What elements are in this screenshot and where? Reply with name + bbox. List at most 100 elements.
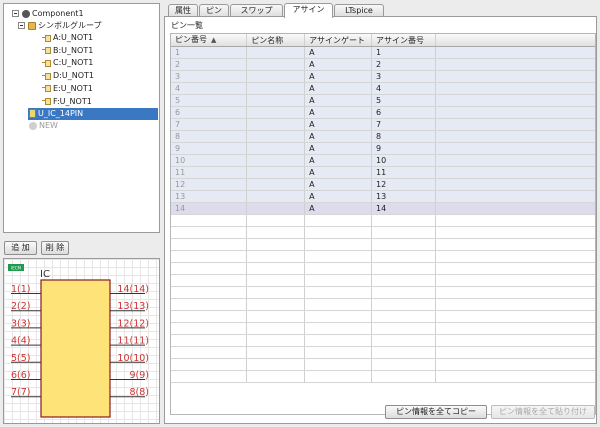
cell-pin-number[interactable]: 14 (171, 202, 248, 215)
cell-pin-number[interactable]: 13 (171, 190, 248, 203)
cell-assign-number[interactable]: 3 (371, 70, 436, 83)
collapse-toggle-icon[interactable] (18, 22, 25, 29)
table-row[interactable]: 12 A 12 (171, 178, 595, 191)
table-row[interactable]: 7A7 (171, 118, 595, 131)
cell-assign-gate[interactable]: A (304, 154, 373, 167)
empty-cell (246, 334, 306, 347)
empty-cell (371, 262, 436, 275)
empty-cell (435, 370, 595, 383)
cell-pin-number[interactable]: 7 (171, 118, 248, 131)
cell-assign-number[interactable]: 4 (371, 82, 436, 95)
cell-assign-number[interactable]: 8 (371, 130, 436, 143)
tree-node-gate[interactable]: F:U_NOT1 (42, 96, 92, 108)
cell-assign-gate[interactable]: A (304, 166, 373, 179)
tree-node-component[interactable]: Component1 (12, 8, 84, 20)
delete-button[interactable]: 削 除 (41, 241, 69, 255)
cell-pin-number[interactable]: 6 (171, 106, 248, 119)
table-row[interactable]: 14 A 14 (171, 202, 595, 215)
cell-assign-gate[interactable]: A (304, 130, 373, 143)
empty-cell (171, 214, 248, 227)
cell-pin-number[interactable]: 12 (171, 178, 248, 191)
pin-label-right: 12(12) (117, 318, 149, 329)
cell-pin-name[interactable] (246, 142, 306, 155)
cell-assign-number[interactable]: 12 (371, 178, 436, 191)
cell-assign-gate[interactable]: A (304, 178, 373, 191)
cell-assign-gate[interactable]: A (304, 118, 373, 131)
cell-assign-gate[interactable]: A (304, 106, 373, 119)
collapse-toggle-icon[interactable] (12, 10, 19, 17)
cell-pin-name[interactable] (246, 130, 306, 143)
table-row[interactable]: 13 A 13 (171, 190, 595, 203)
cell-pin-number[interactable]: 4 (171, 82, 248, 95)
table-row[interactable]: 2A2 (171, 58, 595, 71)
table-row[interactable]: 11 A 11 (171, 166, 595, 179)
tree-node-gate[interactable]: B:U_NOT1 (42, 45, 93, 57)
cell-assign-number[interactable]: 7 (371, 118, 436, 131)
cell-pin-number[interactable]: 10 (171, 154, 248, 167)
table-row[interactable]: 9A9 (171, 142, 595, 155)
cell-pin-number[interactable]: 2 (171, 58, 248, 71)
empty-cell (171, 250, 248, 263)
table-row[interactable]: 4A4 (171, 82, 595, 95)
table-row[interactable]: 3A3 (171, 70, 595, 83)
cell-assign-number[interactable]: 1 (371, 46, 436, 59)
column-header-assign-gate[interactable]: アサインゲート (304, 34, 373, 47)
table-row[interactable]: 8A8 (171, 130, 595, 143)
cell-pin-name[interactable] (246, 94, 306, 107)
cell-assign-number[interactable]: 13 (371, 190, 436, 203)
cell-assign-gate[interactable]: A (304, 190, 373, 203)
cell-assign-number[interactable]: 9 (371, 142, 436, 155)
table-row[interactable]: 1A1 (171, 46, 595, 59)
paste-all-pins-button[interactable]: ピン情報を全て貼り付け (491, 405, 595, 419)
pin-assign-table[interactable]: ピン番号 ▲ ピン名称 アサインゲート アサイン番号 1A12A23A34A45A… (170, 33, 596, 415)
column-header-assign-number[interactable]: アサイン番号 (371, 34, 436, 47)
cell-pin-name[interactable] (246, 166, 306, 179)
tree-node-selected-ic[interactable]: U_IC_14PIN (28, 108, 158, 120)
add-button[interactable]: 追 加 (4, 241, 37, 255)
cell-pin-name[interactable] (246, 70, 306, 83)
cell-pin-number[interactable]: 11 (171, 166, 248, 179)
tree-node-symbol-group[interactable]: シンボルグループ (18, 20, 102, 32)
cell-assign-gate[interactable]: A (304, 202, 373, 215)
copy-all-pins-button[interactable]: ピン情報を全てコピー (385, 405, 487, 419)
empty-cell (171, 334, 248, 347)
cell-pin-number[interactable]: 5 (171, 94, 248, 107)
tree-node-gate[interactable]: E:U_NOT1 (42, 83, 93, 95)
cell-pin-number[interactable]: 1 (171, 46, 248, 59)
cell-assign-number[interactable]: 14 (371, 202, 436, 215)
cell-pin-name[interactable] (246, 154, 306, 167)
cell-assign-gate[interactable]: A (304, 142, 373, 155)
cell-assign-gate[interactable]: A (304, 70, 373, 83)
tree-node-gate[interactable]: D:U_NOT1 (42, 70, 94, 82)
cell-pin-name[interactable] (246, 106, 306, 119)
cell-assign-gate[interactable]: A (304, 94, 373, 107)
tab-assign[interactable]: アサイン (284, 3, 333, 18)
cell-assign-gate[interactable]: A (304, 58, 373, 71)
cell-assign-number[interactable]: 2 (371, 58, 436, 71)
column-header-pin-number[interactable]: ピン番号 ▲ (171, 34, 248, 47)
cell-pin-name[interactable] (246, 82, 306, 95)
cell-assign-number[interactable]: 5 (371, 94, 436, 107)
cell-pin-name[interactable] (246, 58, 306, 71)
column-header-pin-name[interactable]: ピン名称 (246, 34, 306, 47)
cell-pin-number[interactable]: 3 (171, 70, 248, 83)
tree-node-gate[interactable]: A:U_NOT1 (42, 32, 93, 44)
cell-assign-number[interactable]: 11 (371, 166, 436, 179)
component-tree[interactable]: Component1 シンボルグループ A:U_NOT1 B:U_NOT1 C:U_… (3, 3, 160, 233)
cell-pin-name[interactable] (246, 190, 306, 203)
cell-pin-number[interactable]: 8 (171, 130, 248, 143)
cell-pin-name[interactable] (246, 46, 306, 59)
cell-pin-name[interactable] (246, 118, 306, 131)
cell-assign-number[interactable]: 10 (371, 154, 436, 167)
cell-assign-gate[interactable]: A (304, 46, 373, 59)
cell-pin-number[interactable]: 9 (171, 142, 248, 155)
cell-assign-number[interactable]: 6 (371, 106, 436, 119)
tree-node-gate[interactable]: C:U_NOT1 (42, 57, 93, 69)
cell-assign-gate[interactable]: A (304, 82, 373, 95)
cell-pin-name[interactable] (246, 178, 306, 191)
table-row[interactable]: 6A6 (171, 106, 595, 119)
tree-node-new[interactable]: NEW (29, 120, 58, 132)
table-row[interactable]: 10 A 10 (171, 154, 595, 167)
cell-pin-name[interactable] (246, 202, 306, 215)
table-row[interactable]: 5A5 (171, 94, 595, 107)
